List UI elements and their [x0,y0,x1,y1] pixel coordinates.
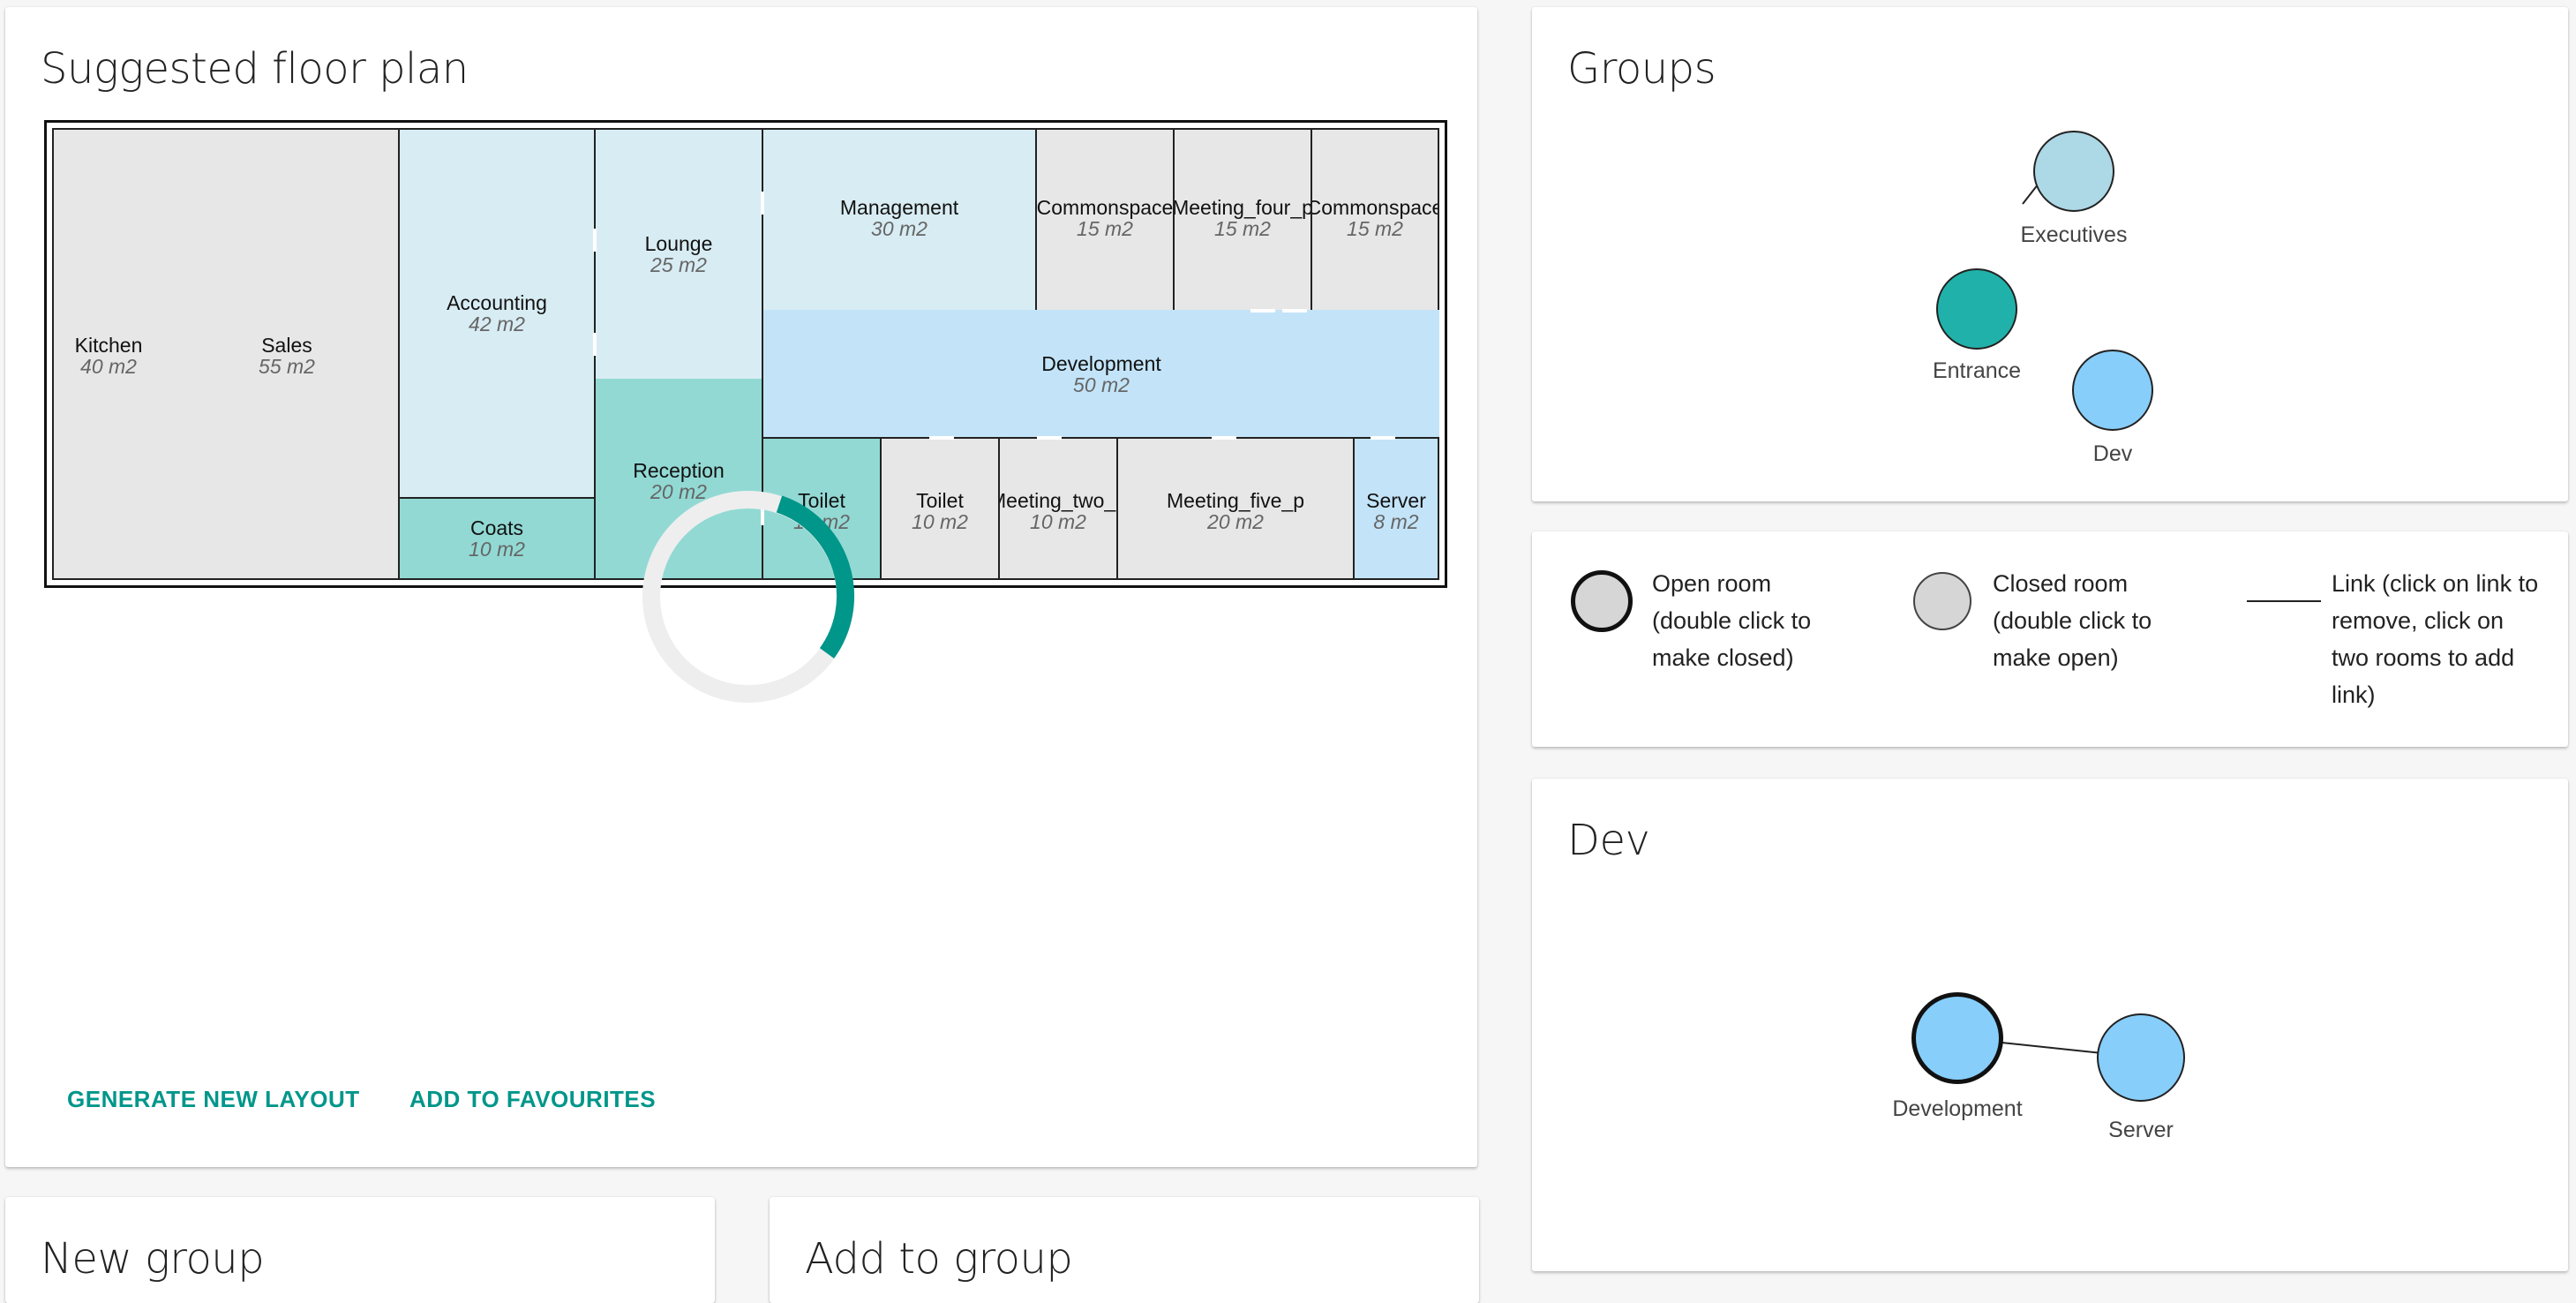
room-development[interactable]: Development 50 m2 [762,310,1439,439]
door [761,192,764,215]
add-to-group-card: Add to group [770,1197,1479,1303]
group-node-entrance[interactable] [1936,268,2017,350]
dev-group-title: Dev [1567,816,1650,865]
group-node-executives[interactable] [2033,131,2114,212]
room-label-kitchen: Kitchen 40 m2 [74,334,143,378]
closed-room-legend-icon [1913,572,1971,630]
door [1212,436,1236,440]
door [1037,436,1062,440]
door [929,436,954,440]
room-lounge[interactable]: Lounge 25 m2 [594,128,763,379]
loading-spinner-icon [642,491,855,703]
closed-room-legend-text: Closed room (double click to make open) [1993,570,2152,671]
new-group-title: New group [41,1234,265,1284]
room-meeting-five[interactable]: Meeting_five_p 20 m2 [1116,437,1355,580]
new-group-card: New group [5,1197,715,1303]
open-room-legend-text: Open room (double click to make closed) [1652,570,1812,671]
group-node-dev[interactable] [2072,350,2153,431]
dev-node-development[interactable] [1911,992,2003,1084]
groups-title: Groups [1567,44,1716,94]
dev-node-server[interactable] [2097,1013,2185,1102]
room-management[interactable]: Management 30 m2 [762,128,1037,312]
floor-plan-card: Suggested floor plan Kitchen 40 m2 Sales… [5,7,1477,1167]
legend-card: Open room (double click to make closed) … [1532,531,2568,747]
group-label-dev: Dev [2092,441,2133,466]
group-label-executives: Executives [2020,222,2128,247]
group-label-entrance: Entrance [1932,358,2022,383]
room-toilet-2[interactable]: Toilet 10 m2 [880,437,1000,580]
groups-card: Groups Executives Entrance Dev [1532,7,2568,501]
door [593,333,597,356]
room-commonspace-2[interactable]: Commonspace 15 m2 [1311,128,1439,312]
room-commonspace-1[interactable]: Commonspace 15 m2 [1035,128,1175,312]
dev-label-development: Development [1892,1096,2023,1121]
room-meeting-four[interactable]: Meeting_four_p 15 m2 [1173,128,1312,312]
dev-label-server: Server [2108,1118,2174,1142]
link-legend-line [2247,600,2321,602]
generate-new-layout-button[interactable]: GENERATE NEW LAYOUT [67,1086,360,1113]
link-legend-text: Link (click on link to remove, click on … [2332,570,2539,708]
add-to-group-title: Add to group [805,1234,1073,1284]
room-meeting-two[interactable]: Meeting_two_p 10 m2 [998,437,1118,580]
room-label-sales: Sales 55 m2 [259,334,315,378]
dev-link-development-server[interactable] [2001,1042,2099,1054]
add-to-favourites-button[interactable]: ADD TO FAVOURITES [409,1086,656,1113]
room-server[interactable]: Server 8 m2 [1353,437,1439,580]
door [1371,436,1395,440]
open-room-legend-icon [1571,570,1633,632]
door [593,229,597,252]
floor-plan-title: Suggested floor plan [41,44,469,94]
room-coats[interactable]: Coats 10 m2 [398,497,596,580]
door [1250,309,1275,313]
dev-group-card: Dev Development Server [1532,779,2568,1271]
room-accounting[interactable]: Accounting 42 m2 [398,128,596,499]
door [1282,309,1307,313]
